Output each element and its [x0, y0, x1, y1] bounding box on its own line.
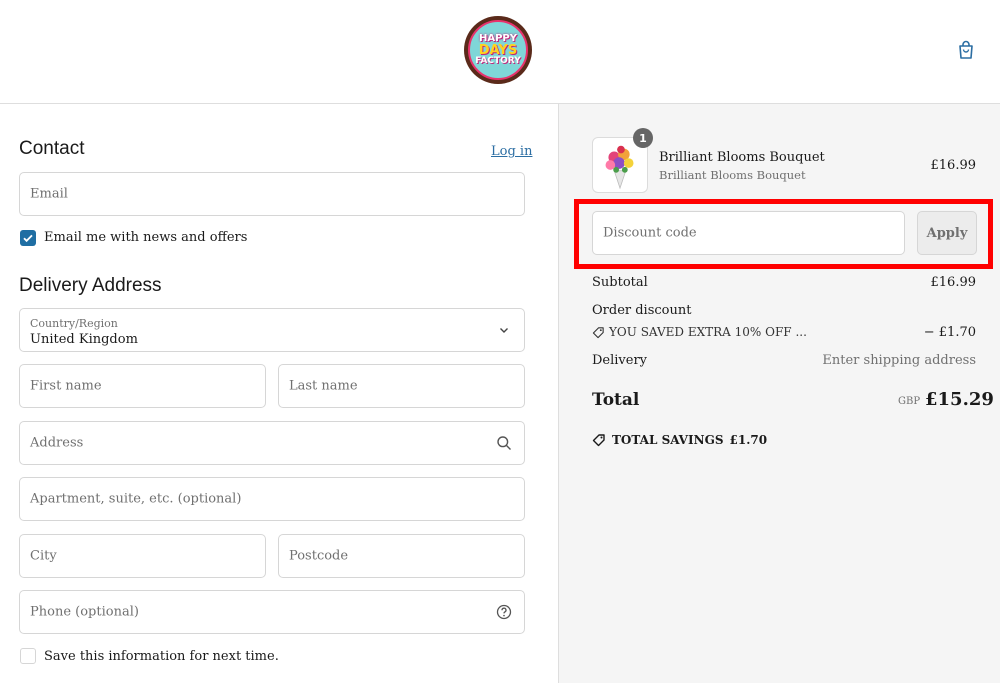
brand-logo-badge: HAPPY DAYS FACTORY	[468, 20, 528, 80]
save-info-checkbox[interactable]	[20, 648, 36, 664]
product-price: £16.99	[930, 158, 977, 173]
checkmark-icon	[23, 234, 33, 243]
checkout-form: Contact Log in Email Email me with news …	[0, 104, 558, 683]
postcode-field[interactable]: Postcode	[278, 534, 525, 578]
total-savings-value: £1.70	[729, 433, 768, 447]
country-select[interactable]: Country/Region United Kingdom	[19, 308, 525, 352]
tag-icon	[592, 327, 604, 339]
total-savings: TOTAL SAVINGS £1.70	[592, 433, 767, 447]
apartment-field[interactable]: Apartment, suite, etc. (optional)	[19, 477, 525, 521]
tag-icon	[592, 434, 605, 447]
city-field[interactable]: City	[19, 534, 266, 578]
login-link[interactable]: Log in	[491, 144, 532, 159]
brand-logo[interactable]: HAPPY DAYS FACTORY	[464, 16, 532, 84]
email-field[interactable]: Email	[19, 172, 525, 216]
header: HAPPY DAYS FACTORY	[0, 0, 1000, 104]
search-icon	[497, 436, 511, 450]
product-name: Brilliant Blooms Bouquet	[659, 150, 825, 165]
chevron-down-icon	[500, 328, 508, 333]
postcode-placeholder: Postcode	[289, 548, 349, 564]
contact-heading: Contact	[19, 138, 85, 159]
phone-field[interactable]: Phone (optional)	[19, 590, 525, 634]
newsletter-checkbox[interactable]	[20, 230, 36, 246]
order-summary: 1 Brilliant Blooms Bouquet Brilliant Blo…	[558, 104, 1000, 683]
help-circle-icon[interactable]	[496, 604, 512, 620]
total-currency: GBP	[898, 396, 921, 407]
discount-value: − £1.70	[923, 325, 976, 340]
subtotal-value: £16.99	[930, 275, 977, 290]
save-info-label: Save this information for next time.	[44, 649, 279, 664]
country-label: Country/Region	[30, 317, 118, 330]
delivery-heading: Delivery Address	[19, 275, 162, 296]
country-value: United Kingdom	[30, 332, 138, 347]
quantity-badge: 1	[633, 128, 653, 148]
discount-highlight-box	[574, 199, 993, 269]
total-value: £15.29	[925, 389, 994, 410]
email-placeholder: Email	[30, 186, 68, 202]
address-field[interactable]: Address	[19, 421, 525, 465]
subtotal-label: Subtotal	[592, 275, 648, 290]
logo-text-line3: FACTORY	[475, 56, 521, 66]
delivery-value: Enter shipping address	[822, 353, 976, 368]
apartment-placeholder: Apartment, suite, etc. (optional)	[30, 491, 242, 507]
discount-code-applied: YOU SAVED EXTRA 10% OFF ...	[609, 325, 807, 339]
order-discount-label: Order discount	[592, 303, 692, 318]
delivery-label: Delivery	[592, 353, 648, 368]
total-label: Total	[592, 390, 640, 410]
product-variant: Brilliant Blooms Bouquet	[659, 168, 806, 182]
shopping-bag-icon[interactable]	[956, 40, 976, 60]
phone-placeholder: Phone (optional)	[30, 604, 139, 620]
first-name-placeholder: First name	[30, 378, 102, 394]
total-savings-label: TOTAL SAVINGS	[612, 433, 724, 447]
city-placeholder: City	[30, 548, 57, 564]
last-name-field[interactable]: Last name	[278, 364, 525, 408]
address-placeholder: Address	[30, 435, 84, 451]
first-name-field[interactable]: First name	[19, 364, 266, 408]
last-name-placeholder: Last name	[289, 378, 358, 394]
newsletter-label: Email me with news and offers	[44, 230, 248, 245]
